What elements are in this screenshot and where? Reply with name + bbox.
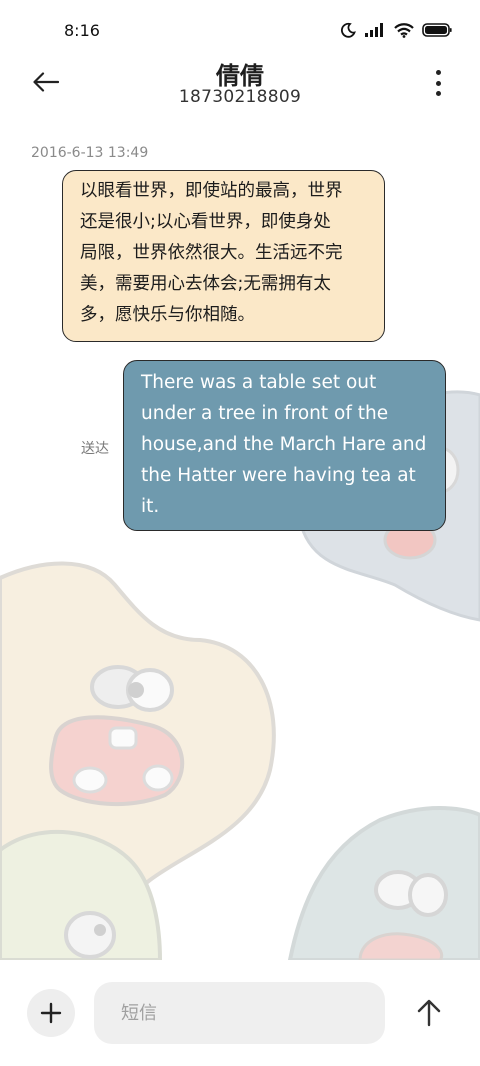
- message-line: There was a table set out: [141, 372, 377, 393]
- status-time: 8:16: [64, 21, 100, 40]
- conversation-header: 倩倩 18730218809: [0, 56, 480, 112]
- more-options-button[interactable]: [426, 68, 450, 98]
- message-line: 美，需要用心去体会;无需拥有太: [80, 274, 331, 294]
- status-icons: [340, 22, 452, 38]
- delivery-status: 送达: [81, 441, 109, 457]
- message-timestamp: 2016-6-13 13:49: [31, 145, 149, 161]
- message-line: 多，愿快乐与你相随。: [80, 305, 255, 325]
- plus-icon: [40, 1002, 62, 1024]
- message-line: under a tree in front of the: [141, 403, 389, 424]
- contact-name: 倩倩: [216, 62, 264, 90]
- arrow-up-icon: [417, 999, 441, 1027]
- outgoing-message-bubble[interactable]: There was a table set out under a tree i…: [123, 360, 446, 531]
- message-line: house,and the March Hare and: [141, 434, 427, 455]
- incoming-message-bubble[interactable]: 以眼看世界，即使站的最高，世界 还是很小;以心看世界，即使身处 局限，世界依然很…: [62, 170, 385, 342]
- composer-bar: [0, 960, 480, 1066]
- message-line: it.: [141, 496, 160, 517]
- moon-icon: [340, 22, 356, 38]
- message-input[interactable]: [94, 982, 385, 1044]
- message-line: 以眼看世界，即使站的最高，世界: [80, 181, 343, 201]
- add-attachment-button[interactable]: [27, 989, 75, 1037]
- send-button[interactable]: [412, 996, 446, 1030]
- contact-number: 18730218809: [178, 87, 302, 107]
- message-line: 还是很小;以心看世界，即使身处: [80, 212, 331, 232]
- message-line: the Hatter were having tea at: [141, 465, 416, 486]
- wifi-icon: [394, 22, 414, 38]
- battery-icon: [422, 23, 452, 37]
- status-bar: 8:16: [0, 0, 480, 62]
- more-vertical-icon: [435, 70, 441, 75]
- signal-icon: [365, 23, 383, 37]
- message-line: 局限，世界依然很大。生活远不完: [80, 243, 343, 263]
